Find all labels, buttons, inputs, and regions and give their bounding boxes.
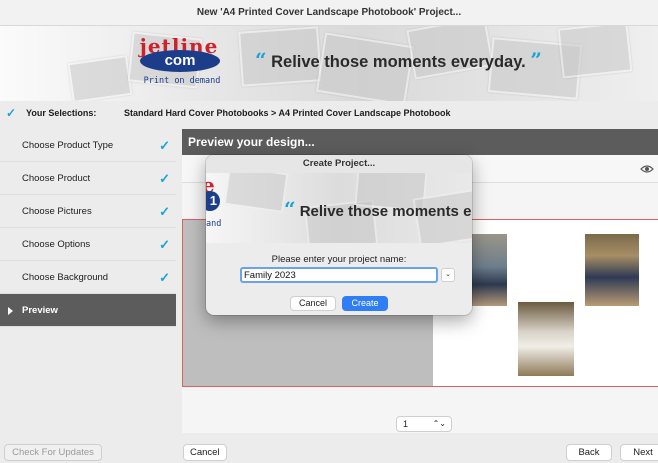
step-choose-options[interactable]: Choose Options ✓ <box>0 228 176 261</box>
eye-icon[interactable] <box>640 162 654 177</box>
step-label: Choose Pictures <box>22 206 92 217</box>
banner-tagline: “ Relive those moments everyday. ” <box>255 48 542 72</box>
step-label: Preview <box>22 305 58 316</box>
step-label: Choose Product Type <box>22 140 114 151</box>
back-button[interactable]: Back <box>566 444 612 461</box>
logo-com: com <box>164 52 196 69</box>
dialog-banner: e 1 and “ Relive those moments e <box>206 173 472 243</box>
checkmark-icon: ✓ <box>159 138 170 153</box>
footer-bar: Check For Updates Cancel Back Next <box>0 441 658 463</box>
checkmark-icon: ✓ <box>159 204 170 219</box>
dialog-logo-and: and <box>206 219 222 229</box>
project-name-prompt: Please enter your project name: <box>271 254 407 265</box>
selections-path: Standard Hard Cover Photobooks > A4 Prin… <box>124 108 451 118</box>
quote-close-icon: ” <box>530 48 542 72</box>
selections-breadcrumb: ✓ Your Selections: Standard Hard Cover P… <box>0 101 658 125</box>
checkmark-icon: ✓ <box>159 270 170 285</box>
checkmark-icon: ✓ <box>6 106 17 120</box>
photo-two-boys[interactable] <box>516 300 576 378</box>
logo-print-on-demand: Print on demand <box>143 76 221 86</box>
dialog-logo-oval: 1 <box>206 191 220 211</box>
logo-oval: com <box>140 50 220 72</box>
tagline-text: Relive those moments everyday. <box>271 53 526 71</box>
stepper-arrows-icon: ⌃⌄ <box>432 419 446 428</box>
dialog-cancel-button[interactable]: Cancel <box>290 296 336 311</box>
check-for-updates-button[interactable]: Check For Updates <box>4 444 102 461</box>
next-button[interactable]: Next <box>620 444 658 461</box>
step-choose-pictures[interactable]: Choose Pictures ✓ <box>0 195 176 228</box>
jetline-logo: jetline com Print on demand <box>124 34 234 94</box>
step-label: Choose Product <box>22 173 91 184</box>
wizard-steps-sidebar: Choose Product Type ✓ Choose Product ✓ C… <box>0 129 176 429</box>
dialog-create-button[interactable]: Create <box>342 296 388 311</box>
step-choose-background[interactable]: Choose Background ✓ <box>0 261 176 294</box>
step-choose-product[interactable]: Choose Product ✓ <box>0 162 176 195</box>
photo-boy-vest[interactable] <box>583 232 641 308</box>
step-preview[interactable]: Preview <box>0 294 176 327</box>
cancel-button[interactable]: Cancel <box>183 444 227 461</box>
page-number-stepper[interactable]: 1 ⌃⌄ <box>396 416 452 432</box>
selections-label: Your Selections: <box>26 108 97 118</box>
project-name-input[interactable] <box>240 267 438 283</box>
dialog-title: Create Project... <box>206 155 472 173</box>
photo-boy-standing[interactable] <box>469 232 509 308</box>
header-banner: jetline com Print on demand “ Relive tho… <box>0 26 658 101</box>
dialog-tagline-text: Relive those moments e <box>299 203 472 220</box>
step-label: Choose Options <box>22 239 91 250</box>
quote-open-icon: “ <box>284 197 296 221</box>
step-choose-product-type[interactable]: Choose Product Type ✓ <box>0 129 176 162</box>
step-label: Choose Background <box>22 272 109 283</box>
window-title: New 'A4 Printed Cover Landscape Photoboo… <box>0 0 658 26</box>
create-project-dialog: Create Project... e 1 and “ Relive those… <box>206 155 472 315</box>
page-number: 1 <box>403 419 409 429</box>
checkmark-icon: ✓ <box>159 237 170 252</box>
chevron-down-icon[interactable]: ⌄ <box>441 268 455 282</box>
checkmark-icon: ✓ <box>159 171 170 186</box>
quote-open-icon: “ <box>255 48 267 72</box>
dialog-banner-tagline: “ Relive those moments e <box>284 197 471 221</box>
preview-header: Preview your design... <box>182 129 658 155</box>
